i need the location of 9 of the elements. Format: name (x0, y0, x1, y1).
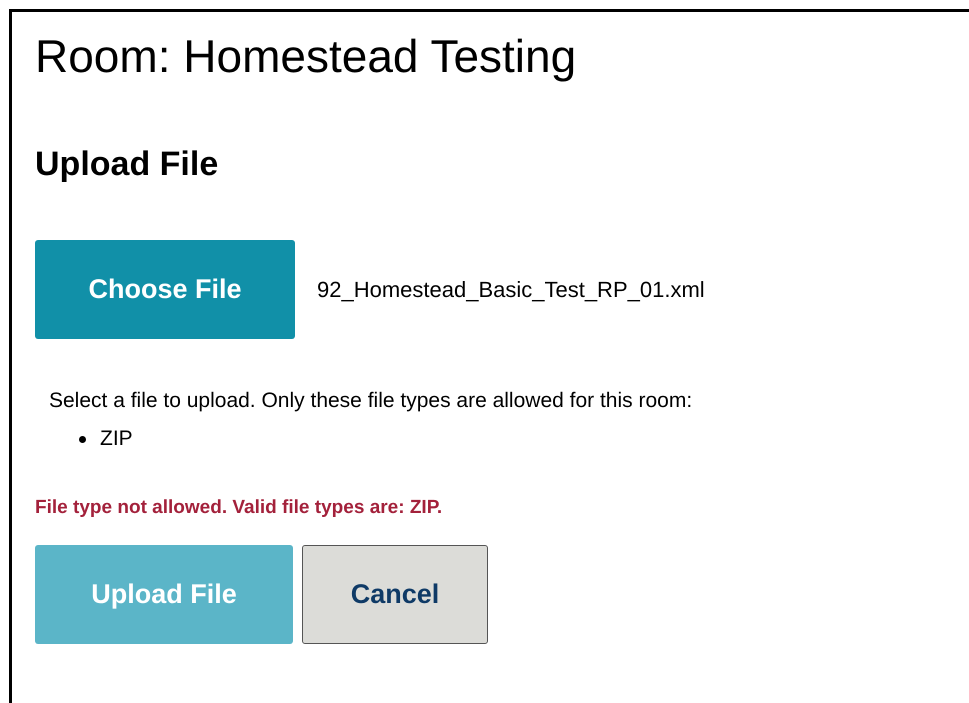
error-message: File type not allowed. Valid file types are: ZIP. (35, 496, 444, 520)
choose-file-button[interactable]: Choose File (35, 240, 295, 339)
cancel-button[interactable]: Cancel (302, 544, 488, 644)
file-name: 92_Homestead_Basic_Test_RP_01.xml (317, 276, 705, 304)
page-title: Room: Homestead Testing (35, 29, 578, 84)
bullet-icon (79, 436, 86, 442)
section-title: Upload File (35, 144, 220, 185)
file-type: ZIP (100, 426, 133, 452)
instructions-text: Select a file to upload. Only these file types are allowed for this room: (49, 388, 694, 414)
